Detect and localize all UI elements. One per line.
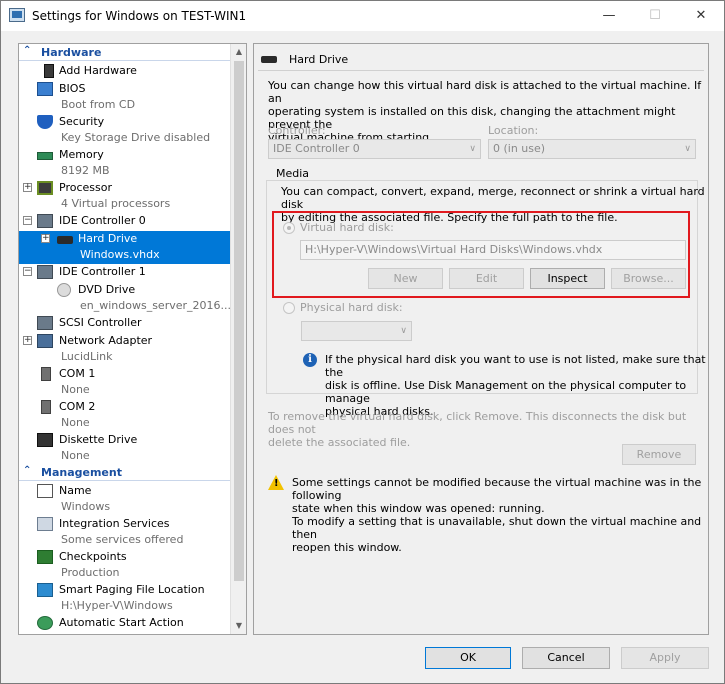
tree-item-smart-paging[interactable]: Smart Paging File Location H:\Hyper-V\Wi… xyxy=(19,582,230,615)
expand-plus-icon[interactable]: + xyxy=(23,336,32,345)
tree-item-diskette-drive[interactable]: Diskette Drive None xyxy=(19,432,230,465)
settings-tree: ⌃ Hardware Add Hardware BIOS Boot from C… xyxy=(19,44,230,634)
scsi-controller-icon xyxy=(37,316,53,330)
physical-disk-dropdown[interactable]: ∨ xyxy=(301,321,412,341)
dvd-disc-icon xyxy=(57,283,71,297)
tree-item-hard-drive[interactable]: + Hard Drive Windows.vhdx xyxy=(19,231,230,264)
tree-item-security[interactable]: Security Key Storage Drive disabled xyxy=(19,114,230,147)
scrollbar-thumb[interactable] xyxy=(234,61,244,581)
ok-button[interactable]: OK xyxy=(425,647,511,669)
hard-drive-icon xyxy=(57,236,73,244)
title-bar[interactable]: Settings for Windows on TEST-WIN1 — ☐ ✕ xyxy=(1,1,724,31)
hard-drive-icon xyxy=(261,56,277,63)
ide-controller-icon xyxy=(37,265,53,279)
location-dropdown[interactable]: 0 (in use) ∨ xyxy=(488,139,696,159)
window-title: Settings for Windows on TEST-WIN1 xyxy=(32,9,247,23)
maximize-button[interactable]: ☐ xyxy=(632,1,678,31)
shield-icon xyxy=(37,115,53,129)
warning-icon: ! xyxy=(268,475,284,490)
tree-item-com-2[interactable]: COM 2 None xyxy=(19,399,230,432)
tree-item-bios[interactable]: BIOS Boot from CD xyxy=(19,81,230,114)
section-hardware[interactable]: ⌃ Hardware xyxy=(19,45,230,61)
collapse-minus-icon[interactable]: − xyxy=(23,267,32,276)
hyper-v-app-icon xyxy=(9,8,25,22)
bios-icon xyxy=(37,82,53,96)
tree-item-network-adapter[interactable]: + Network Adapter LucidLink xyxy=(19,333,230,366)
tree-vertical-scrollbar[interactable]: ▲ ▼ xyxy=(230,44,246,634)
tree-item-scsi-controller[interactable]: SCSI Controller xyxy=(19,315,230,333)
tree-item-name[interactable]: Name Windows xyxy=(19,483,230,516)
ide-controller-icon xyxy=(37,214,53,228)
smart-paging-icon xyxy=(37,583,53,597)
integration-services-icon xyxy=(37,517,53,531)
section-hardware-label: Hardware xyxy=(41,46,102,59)
automatic-start-icon xyxy=(37,616,53,630)
tree-item-processor[interactable]: + Processor 4 Virtual processors xyxy=(19,180,230,213)
com-port-icon xyxy=(41,400,51,414)
remove-button[interactable]: Remove xyxy=(622,444,696,465)
physical-disk-info-text: If the physical hard disk you want to us… xyxy=(325,353,706,418)
location-label: Location: xyxy=(488,124,539,137)
controller-label: Controller: xyxy=(268,124,326,137)
chevron-down-icon: ∨ xyxy=(469,144,476,154)
tree-item-com-1[interactable]: COM 1 None xyxy=(19,366,230,399)
tree-item-dvd-drive[interactable]: DVD Drive en_windows_server_2016... xyxy=(19,282,230,315)
scroll-up-arrow-icon[interactable]: ▲ xyxy=(231,44,246,60)
media-label: Media xyxy=(274,167,312,180)
add-hardware-icon xyxy=(44,64,54,78)
apply-button[interactable]: Apply xyxy=(621,647,709,669)
processor-icon xyxy=(37,181,53,195)
name-tag-icon xyxy=(37,484,53,498)
minimize-button[interactable]: — xyxy=(586,1,632,31)
settings-window: Settings for Windows on TEST-WIN1 — ☐ ✕ … xyxy=(0,0,725,684)
expand-plus-icon[interactable]: + xyxy=(23,183,32,192)
collapse-chevron-icon[interactable]: ⌃ xyxy=(23,45,31,56)
diskette-icon xyxy=(37,433,53,447)
tree-item-automatic-start-action[interactable]: Automatic Start Action xyxy=(19,615,230,634)
chevron-down-icon: ∨ xyxy=(684,144,691,154)
panel-header: Hard Drive xyxy=(258,52,704,71)
section-management-label: Management xyxy=(41,466,122,479)
collapse-minus-icon[interactable]: − xyxy=(23,216,32,225)
close-button[interactable]: ✕ xyxy=(678,1,724,31)
warning-text: Some settings cannot be modified because… xyxy=(292,476,702,554)
com-port-icon xyxy=(41,367,51,381)
highlight-box xyxy=(272,211,690,298)
collapse-chevron-icon[interactable]: ⌃ xyxy=(23,465,31,476)
cancel-button[interactable]: Cancel xyxy=(522,647,610,669)
section-management[interactable]: ⌃ Management xyxy=(19,465,230,481)
checkpoint-icon xyxy=(37,550,53,564)
info-icon: i xyxy=(303,353,317,367)
hard-drive-settings-panel: Hard Drive You can change how this virtu… xyxy=(253,43,709,635)
network-adapter-icon xyxy=(37,334,53,348)
tree-item-integration-services[interactable]: Integration Services Some services offer… xyxy=(19,516,230,549)
chevron-down-icon: ∨ xyxy=(400,326,407,336)
tree-item-ide-controller-1[interactable]: − IDE Controller 1 xyxy=(19,264,230,282)
tree-item-checkpoints[interactable]: Checkpoints Production xyxy=(19,549,230,582)
controller-dropdown[interactable]: IDE Controller 0 ∨ xyxy=(268,139,481,159)
physical-hard-disk-radio[interactable] xyxy=(283,302,295,314)
expand-plus-icon[interactable]: + xyxy=(41,234,50,243)
scroll-down-arrow-icon[interactable]: ▼ xyxy=(231,618,246,634)
physical-hard-disk-label: Physical hard disk: xyxy=(300,301,403,314)
tree-item-ide-controller-0[interactable]: − IDE Controller 0 xyxy=(19,213,230,231)
tree-item-memory[interactable]: Memory 8192 MB xyxy=(19,147,230,180)
memory-icon xyxy=(37,152,53,160)
settings-tree-panel: ⌃ Hardware Add Hardware BIOS Boot from C… xyxy=(18,43,247,635)
panel-title: Hard Drive xyxy=(289,53,349,66)
